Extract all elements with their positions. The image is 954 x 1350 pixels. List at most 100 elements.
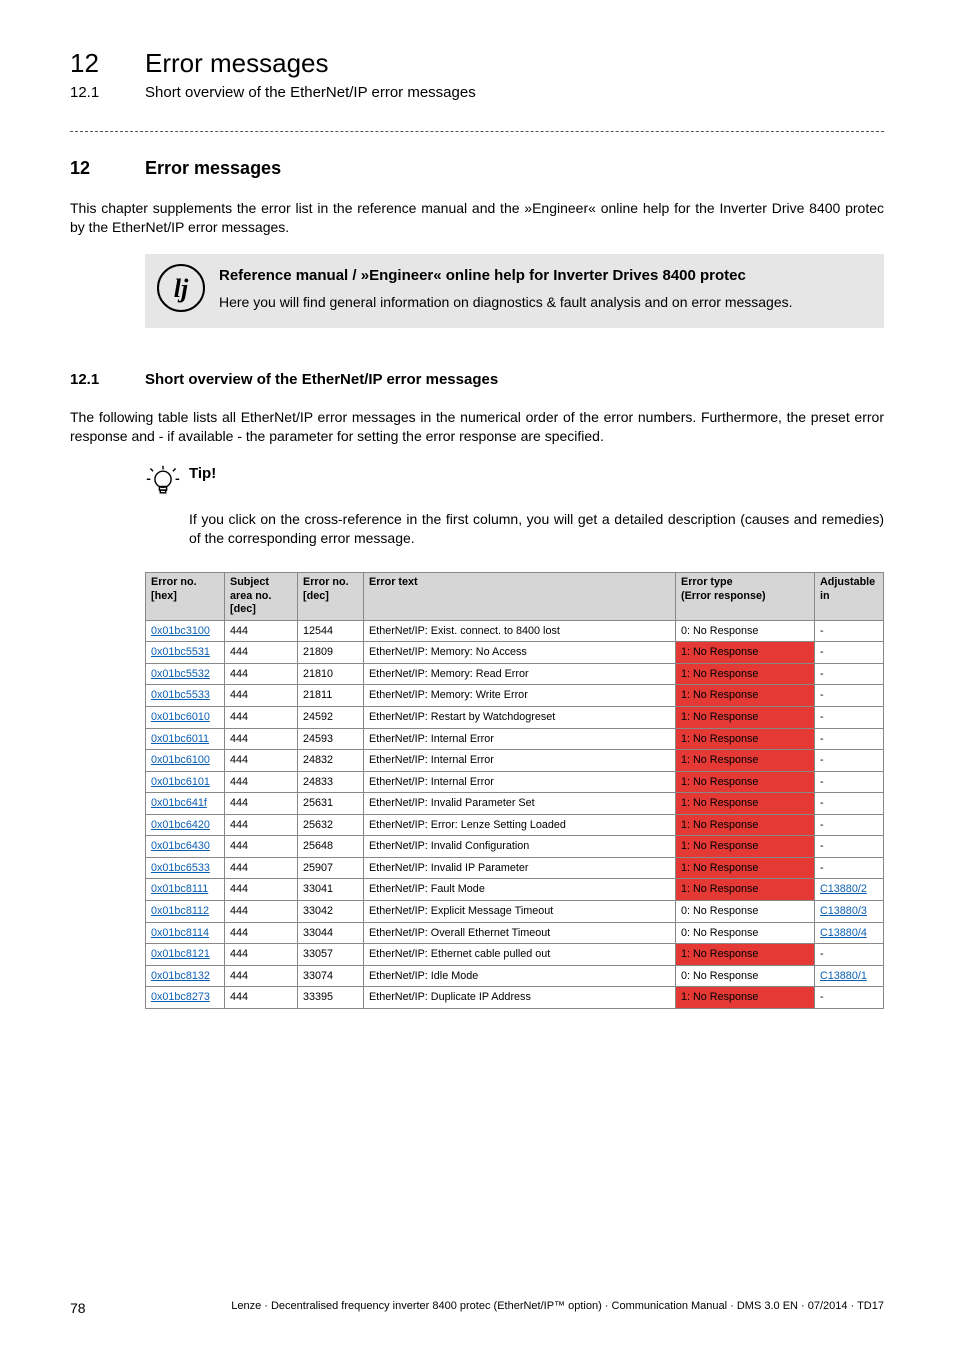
cell-text: EtherNet/IP: Memory: No Access (364, 642, 676, 664)
adjustable-link[interactable]: C13880/3 (820, 905, 867, 917)
error-hex-link[interactable]: 0x01bc6430 (151, 840, 210, 852)
cell-hex: 0x01bc8112 (146, 901, 225, 923)
adjustable-link[interactable]: C13880/4 (820, 927, 867, 939)
cell-hex: 0x01bc6011 (146, 728, 225, 750)
subchapter-number: 12.1 (70, 83, 145, 103)
cell-adj: - (815, 771, 884, 793)
cell-adj: - (815, 642, 884, 664)
cell-area: 444 (225, 965, 298, 987)
tip-block: Tip! (145, 464, 884, 505)
page-subheader: 12.1 Short overview of the EtherNet/IP e… (70, 83, 884, 103)
cell-area: 444 (225, 814, 298, 836)
error-hex-link[interactable]: 0x01bc6533 (151, 862, 210, 874)
adjustable-link[interactable]: C13880/2 (820, 883, 867, 895)
cell-area: 444 (225, 620, 298, 642)
cell-area: 444 (225, 728, 298, 750)
table-row: 0x01bc310044412544EtherNet/IP: Exist. co… (146, 620, 884, 642)
cell-type: 1: No Response (676, 836, 815, 858)
error-hex-link[interactable]: 0x01bc6011 (151, 733, 209, 745)
error-hex-link[interactable]: 0x01bc5532 (151, 668, 210, 680)
error-hex-link[interactable]: 0x01bc8112 (151, 905, 209, 917)
cell-hex: 0x01bc8273 (146, 987, 225, 1009)
cell-area: 444 (225, 771, 298, 793)
error-hex-link[interactable]: 0x01bc3100 (151, 625, 210, 637)
th-adj: Adjustable in (815, 573, 884, 620)
error-hex-link[interactable]: 0x01bc8111 (151, 883, 208, 895)
table-row: 0x01bc553344421811EtherNet/IP: Memory: W… (146, 685, 884, 707)
cell-hex: 0x01bc641f (146, 793, 225, 815)
error-hex-link[interactable]: 0x01bc8132 (151, 970, 210, 982)
error-hex-link[interactable]: 0x01bc5533 (151, 689, 210, 701)
cell-area: 444 (225, 879, 298, 901)
cell-area: 444 (225, 922, 298, 944)
cell-text: EtherNet/IP: Internal Error (364, 750, 676, 772)
subsection-heading: 12.1 Short overview of the EtherNet/IP e… (70, 370, 884, 390)
table-row: 0x01bc813244433074EtherNet/IP: Idle Mode… (146, 965, 884, 987)
callout-body: Here you will find general information o… (219, 293, 870, 312)
cell-dec: 25632 (298, 814, 364, 836)
cell-type: 1: No Response (676, 771, 815, 793)
table-row: 0x01bc827344433395EtherNet/IP: Duplicate… (146, 987, 884, 1009)
error-hex-link[interactable]: 0x01bc641f (151, 797, 207, 809)
cell-adj: C13880/1 (815, 965, 884, 987)
tip-body: If you click on the cross-reference in t… (189, 510, 884, 548)
th-type: Error type(Error response) (676, 573, 815, 620)
cell-text: EtherNet/IP: Error: Lenze Setting Loaded (364, 814, 676, 836)
error-hex-link[interactable]: 0x01bc6101 (151, 776, 210, 788)
th-area: Subject area no.[dec] (225, 573, 298, 620)
error-hex-link[interactable]: 0x01bc6100 (151, 754, 210, 766)
error-hex-link[interactable]: 0x01bc6420 (151, 819, 210, 831)
table-row: 0x01bc610144424833EtherNet/IP: Internal … (146, 771, 884, 793)
cell-type: 1: No Response (676, 857, 815, 879)
cell-type: 1: No Response (676, 944, 815, 966)
error-hex-link[interactable]: 0x01bc6010 (151, 711, 210, 723)
cell-dec: 24592 (298, 706, 364, 728)
cell-area: 444 (225, 642, 298, 664)
cell-text: EtherNet/IP: Overall Ethernet Timeout (364, 922, 676, 944)
cell-adj: - (815, 706, 884, 728)
cell-dec: 25631 (298, 793, 364, 815)
table-row: 0x01bc6420 44425632EtherNet/IP: Error: Le… (146, 814, 884, 836)
cell-adj: - (815, 728, 884, 750)
cell-text: EtherNet/IP: Exist. connect. to 8400 los… (364, 620, 676, 642)
cell-text: EtherNet/IP: Memory: Read Error (364, 663, 676, 685)
cell-dec: 33042 (298, 901, 364, 923)
error-table: Error no.[hex] Subject area no.[dec] Err… (145, 572, 884, 1009)
page-number: 78 (70, 1299, 86, 1318)
error-hex-link[interactable]: 0x01bc8273 (151, 991, 210, 1003)
cell-hex: 0x01bc8111 (146, 879, 225, 901)
lightbulb-icon (145, 464, 181, 505)
cell-area: 444 (225, 901, 298, 923)
error-hex-link[interactable]: 0x01bc8114 (151, 927, 209, 939)
cell-text: EtherNet/IP: Internal Error (364, 728, 676, 750)
divider (70, 131, 884, 132)
cell-area: 444 (225, 750, 298, 772)
adjustable-link[interactable]: C13880/1 (820, 970, 867, 982)
tip-label: Tip! (189, 464, 216, 484)
section-intro: This chapter supplements the error list … (70, 199, 884, 237)
cell-text: EtherNet/IP: Fault Mode (364, 879, 676, 901)
cell-type: 1: No Response (676, 879, 815, 901)
callout-title: Reference manual / »Engineer« online hel… (219, 266, 870, 286)
cell-area: 444 (225, 836, 298, 858)
cell-type: 1: No Response (676, 706, 815, 728)
cell-text: EtherNet/IP: Ethernet cable pulled out (364, 944, 676, 966)
cell-text: EtherNet/IP: Memory: Write Error (364, 685, 676, 707)
subsection-para: The following table lists all EtherNet/I… (70, 408, 884, 446)
cell-dec: 33041 (298, 879, 364, 901)
table-row: 0x01bc8111 44433041EtherNet/IP: Fault Mod… (146, 879, 884, 901)
manual-icon: lj (157, 264, 205, 312)
cell-hex: 0x01bc8114 (146, 922, 225, 944)
cell-type: 1: No Response (676, 793, 815, 815)
cell-area: 444 (225, 944, 298, 966)
table-row: 0x01bc812144433057EtherNet/IP: Ethernet … (146, 944, 884, 966)
table-row: 0x01bc601044424592EtherNet/IP: Restart b… (146, 706, 884, 728)
table-row: 0x01bc610044424832EtherNet/IP: Internal … (146, 750, 884, 772)
cell-hex: 0x01bc5531 (146, 642, 225, 664)
cell-dec: 33395 (298, 987, 364, 1009)
cell-text: EtherNet/IP: Idle Mode (364, 965, 676, 987)
error-hex-link[interactable]: 0x01bc5531 (151, 646, 210, 658)
error-hex-link[interactable]: 0x01bc8121 (151, 948, 210, 960)
table-header: Error no.[hex] Subject area no.[dec] Err… (146, 573, 884, 620)
cell-adj: - (815, 836, 884, 858)
